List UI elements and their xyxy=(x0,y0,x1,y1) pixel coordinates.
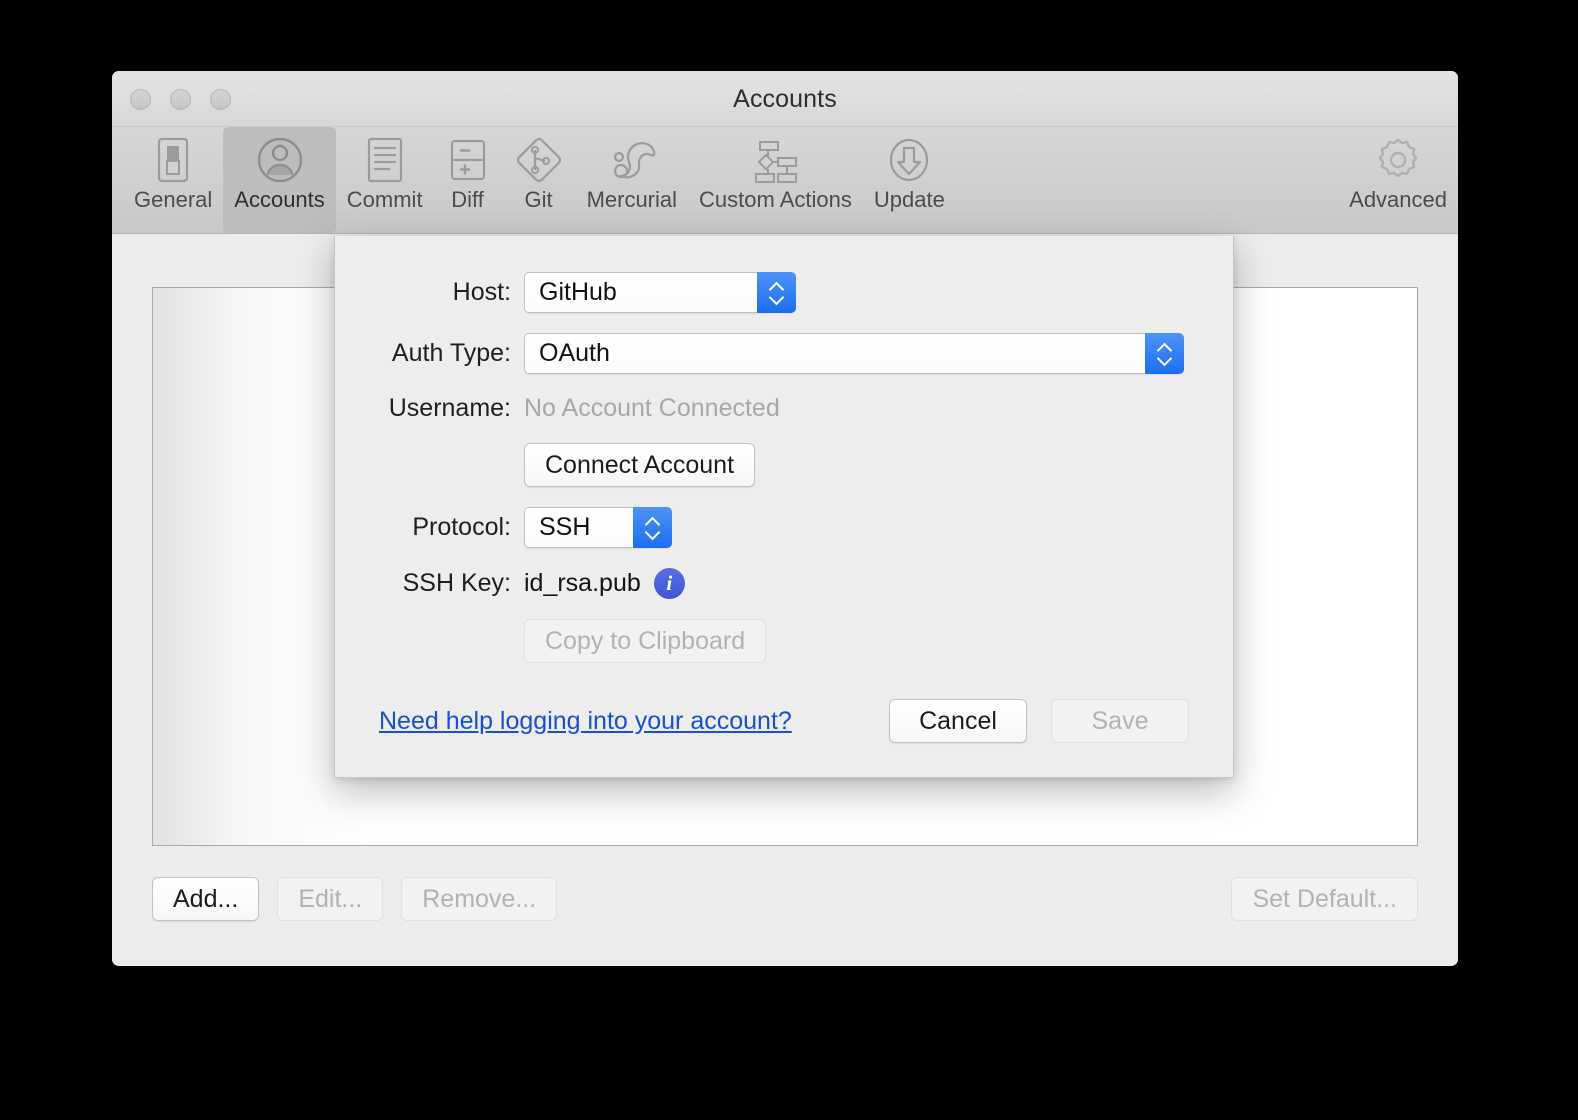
person-circle-icon xyxy=(254,133,306,187)
auth-type-row: Auth Type: OAuth xyxy=(335,333,1233,374)
toolbar-label: Accounts xyxy=(234,187,325,212)
toolbar-item-advanced[interactable]: Advanced xyxy=(1338,127,1458,233)
document-lines-icon xyxy=(362,133,408,187)
download-arrow-icon xyxy=(883,133,935,187)
toolbar-item-diff[interactable]: Diff xyxy=(434,127,502,233)
toolbar-item-commit[interactable]: Commit xyxy=(336,127,434,233)
auth-type-value: OAuth xyxy=(539,339,610,367)
host-stepper-icon[interactable] xyxy=(757,272,796,313)
auth-type-stepper-icon[interactable] xyxy=(1145,333,1184,374)
set-default-button[interactable]: Set Default... xyxy=(1231,877,1418,921)
window-titlebar: Accounts xyxy=(112,71,1458,127)
preferences-content: Add... Edit... Remove... Set Default... … xyxy=(112,234,1458,965)
copy-to-clipboard-button[interactable]: Copy to Clipboard xyxy=(524,619,767,663)
chevron-down-icon xyxy=(769,294,784,302)
host-label: Host: xyxy=(452,278,511,306)
page-title: Accounts xyxy=(733,85,837,113)
git-diamond-icon xyxy=(513,133,565,187)
auth-type-label: Auth Type: xyxy=(391,339,511,367)
toolbar-label: Advanced xyxy=(1349,187,1447,212)
list-action-bar: Add... Edit... Remove... Set Default... xyxy=(152,877,1418,921)
toolbar-item-custom-actions[interactable]: Custom Actions xyxy=(688,127,863,233)
toolbar-label: Update xyxy=(873,187,945,212)
connect-account-button[interactable]: Connect Account xyxy=(524,443,756,487)
copy-clipboard-row: Copy to Clipboard xyxy=(335,619,1233,663)
connect-account-row: Connect Account xyxy=(335,443,1233,487)
add-button[interactable]: Add... xyxy=(152,877,260,921)
toolbar-label: Diff xyxy=(451,187,484,212)
toolbar-item-general[interactable]: General xyxy=(123,127,223,233)
toolbar-label: Mercurial xyxy=(586,187,678,212)
toggle-switch-icon xyxy=(151,133,195,187)
username-row: Username: No Account Connected xyxy=(335,394,1233,423)
toolbar-label: General xyxy=(134,187,213,212)
protocol-select[interactable]: SSH xyxy=(524,507,672,548)
protocol-stepper-icon[interactable] xyxy=(633,507,672,548)
info-icon[interactable]: i xyxy=(653,568,685,599)
toolbar-item-update[interactable]: Update xyxy=(863,127,956,233)
diff-plus-minus-icon xyxy=(445,133,491,187)
toolbar-item-git[interactable]: Git xyxy=(502,127,576,233)
account-form: Host: GitHub Auth Type: OAuth Username: … xyxy=(335,236,1233,683)
username-label: Username: xyxy=(388,394,511,422)
preferences-toolbar: General Accounts Commit Diff Git Mercuri… xyxy=(112,127,1458,234)
sheet-footer: Need help logging into your account? Can… xyxy=(379,699,1189,743)
gear-icon xyxy=(1372,133,1424,187)
username-value: No Account Connected xyxy=(524,394,780,422)
host-value: GitHub xyxy=(539,278,617,306)
host-select[interactable]: GitHub xyxy=(524,272,796,313)
help-link[interactable]: Need help logging into your account? xyxy=(379,707,792,736)
chevron-down-icon xyxy=(645,529,660,537)
mercurial-icon xyxy=(605,133,659,187)
chevron-down-icon xyxy=(1157,355,1172,363)
flowchart-icon xyxy=(748,133,802,187)
cancel-button[interactable]: Cancel xyxy=(889,699,1027,743)
toolbar-label: Git xyxy=(524,187,553,212)
save-button[interactable]: Save xyxy=(1051,699,1189,743)
toolbar-label: Custom Actions xyxy=(699,187,852,212)
preferences-window: Accounts General Accounts Commit Diff Gi… xyxy=(112,71,1458,966)
toolbar-item-accounts[interactable]: Accounts xyxy=(223,127,336,233)
auth-type-select[interactable]: OAuth xyxy=(524,333,1184,374)
toolbar-item-mercurial[interactable]: Mercurial xyxy=(576,127,688,233)
protocol-row: Protocol: SSH xyxy=(335,507,1233,548)
protocol-label: Protocol: xyxy=(412,513,511,541)
edit-button[interactable]: Edit... xyxy=(277,877,384,921)
host-row: Host: GitHub xyxy=(335,272,1233,313)
ssh-key-value: id_rsa.pub xyxy=(524,569,641,597)
protocol-value: SSH xyxy=(539,513,591,541)
ssh-key-label: SSH Key: xyxy=(402,569,511,597)
remove-button[interactable]: Remove... xyxy=(401,877,558,921)
account-sheet-dialog: Host: GitHub Auth Type: OAuth Username: … xyxy=(334,236,1234,778)
ssh-key-row: SSH Key: id_rsa.pub i xyxy=(335,568,1233,599)
toolbar-label: Commit xyxy=(346,187,423,212)
